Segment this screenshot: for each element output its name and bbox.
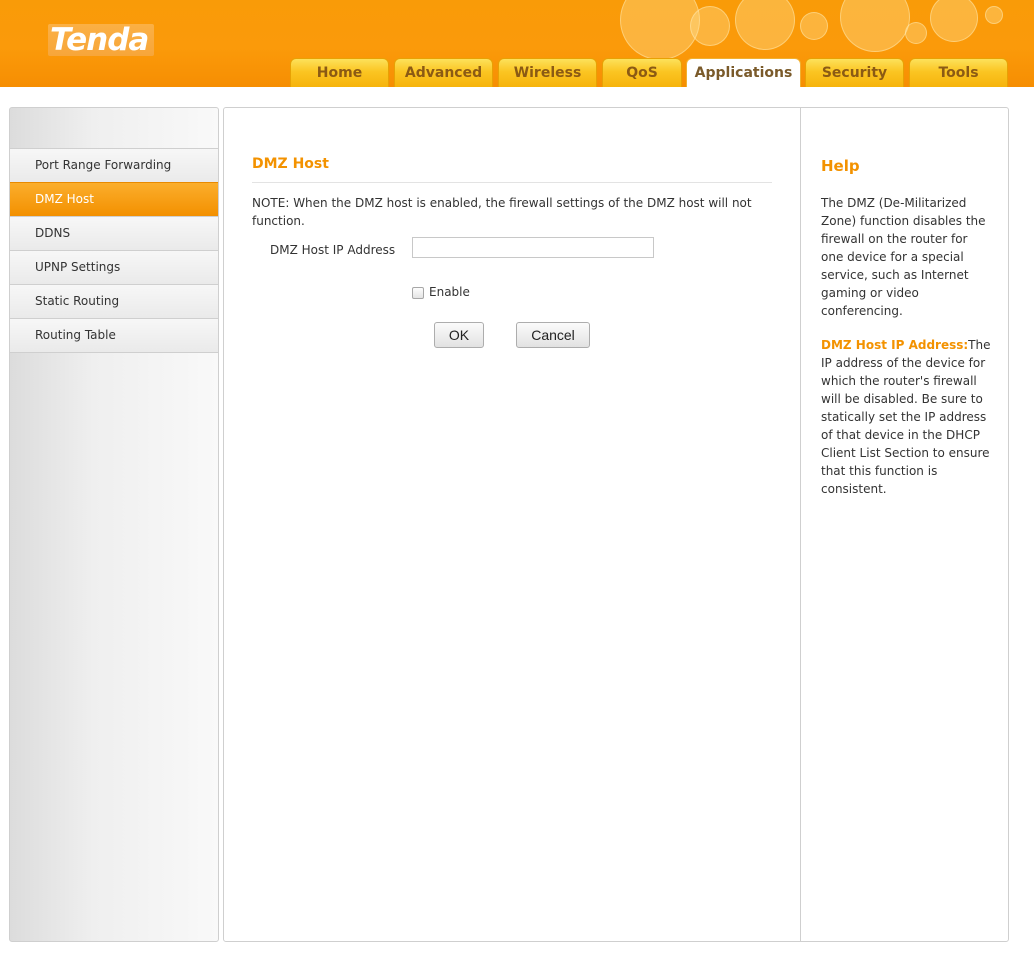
enable-checkbox[interactable] — [412, 287, 424, 299]
help-ip-description: DMZ Host IP Address:The IP address of th… — [821, 336, 993, 498]
sidebar: Port Range Forwarding DMZ Host DDNS UPNP… — [9, 107, 219, 942]
decorative-bubble — [840, 0, 910, 52]
sidebar-item-static-routing[interactable]: Static Routing — [10, 284, 218, 318]
help-term: DMZ Host IP Address: — [821, 338, 969, 352]
help-term-desc: The IP address of the device for which t… — [821, 338, 991, 496]
tab-wireless[interactable]: Wireless — [498, 58, 597, 87]
dmz-ip-input[interactable] — [412, 237, 654, 258]
dmz-ip-label: DMZ Host IP Address — [270, 243, 396, 257]
sidebar-item-upnp-settings[interactable]: UPNP Settings — [10, 250, 218, 284]
decorative-bubble — [620, 0, 700, 60]
sidebar-item-ddns[interactable]: DDNS — [10, 216, 218, 250]
main-nav-tabs: Home Advanced Wireless QoS Applications … — [0, 58, 1034, 87]
cancel-button[interactable]: Cancel — [516, 322, 590, 348]
decorative-bubble — [735, 0, 795, 50]
tab-advanced[interactable]: Advanced — [394, 58, 493, 87]
tenda-logo: Tenda — [48, 24, 155, 56]
help-divider — [800, 108, 801, 941]
header-banner: Tenda Home Advanced Wireless QoS Applica… — [0, 0, 1034, 87]
decorative-bubble — [985, 6, 1003, 24]
dmz-note: NOTE: When the DMZ host is enabled, the … — [252, 196, 752, 228]
sidebar-item-dmz-host[interactable]: DMZ Host — [10, 182, 218, 216]
decorative-bubble — [690, 6, 730, 46]
title-divider — [252, 182, 772, 183]
sidebar-divider — [10, 352, 218, 353]
tab-qos[interactable]: QoS — [602, 58, 682, 87]
help-intro: The DMZ (De-Militarized Zone) function d… — [821, 196, 986, 318]
sidebar-item-routing-table[interactable]: Routing Table — [10, 318, 218, 352]
enable-label: Enable — [429, 285, 470, 299]
page-title: DMZ Host — [252, 156, 329, 172]
ok-button[interactable]: OK — [434, 322, 484, 348]
decorative-bubble — [930, 0, 978, 42]
decorative-bubble — [905, 22, 927, 44]
help-title: Help — [821, 157, 860, 175]
tab-applications[interactable]: Applications — [686, 58, 801, 87]
tab-tools[interactable]: Tools — [909, 58, 1008, 87]
tab-security[interactable]: Security — [805, 58, 904, 87]
sidebar-item-port-range-forwarding[interactable]: Port Range Forwarding — [10, 148, 218, 182]
decorative-bubble — [800, 12, 828, 40]
tab-home[interactable]: Home — [290, 58, 389, 87]
content-panel: DMZ Host NOTE: When the DMZ host is enab… — [223, 107, 1009, 942]
